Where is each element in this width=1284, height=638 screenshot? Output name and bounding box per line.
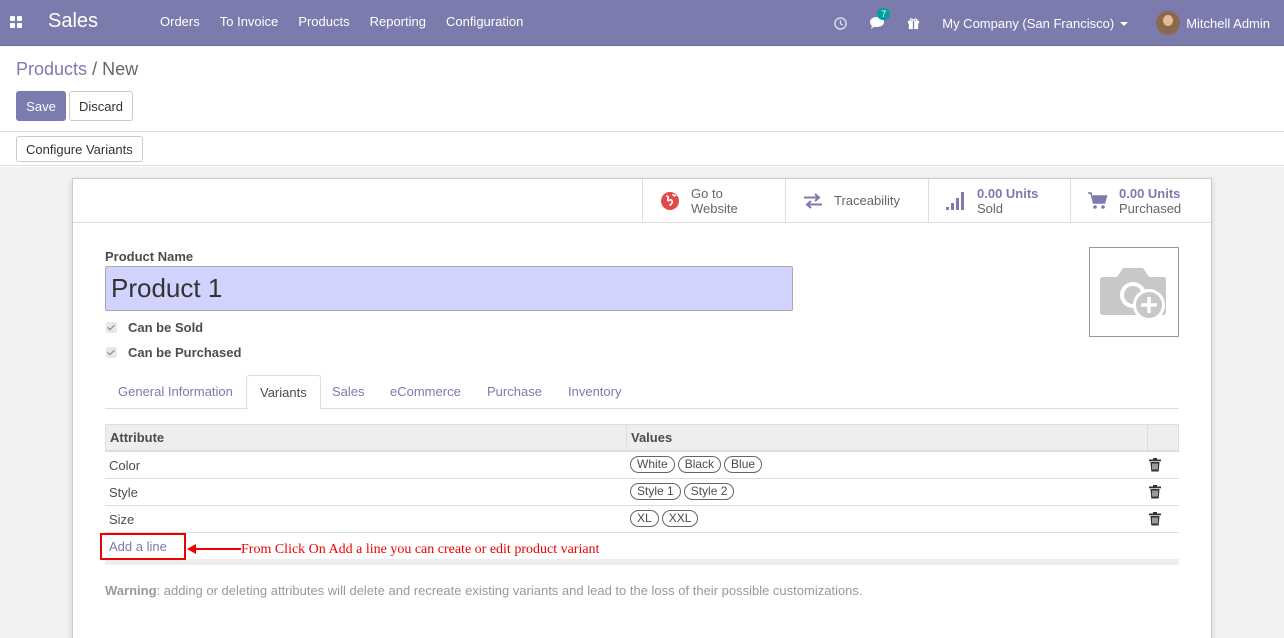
can-be-sold-field: Can be Sold <box>106 320 203 335</box>
header-divider <box>626 425 627 451</box>
messages-badge: 7 <box>877 8 891 20</box>
table-row[interactable]: Style Style 1 Style 2 <box>105 479 1179 506</box>
camera-plus-icon <box>1100 268 1166 321</box>
product-name-input[interactable]: Product 1 <box>105 266 793 311</box>
user-avatar <box>1156 11 1181 35</box>
highlight-box <box>100 533 186 560</box>
table-header: Attribute Values <box>105 424 1179 452</box>
value-tag: XXL <box>661 510 699 527</box>
tab-general-information[interactable]: General Information <box>105 375 246 409</box>
company-switcher[interactable]: My Company (San Francisco) <box>942 15 1129 31</box>
units-sold-value: 0.00 Units <box>977 185 1039 201</box>
units-purchased-value: 0.00 Units <box>1119 185 1181 201</box>
discard-button[interactable]: Discard <box>69 91 133 121</box>
value-tag: Style 2 <box>683 483 735 500</box>
apps-menu-icon[interactable] <box>10 16 22 28</box>
units-purchased-button[interactable]: 0.00 Units Purchased <box>1070 179 1211 222</box>
trash-icon[interactable] <box>1149 485 1161 499</box>
smart-button-box: Go to Website Traceability 0.00 Units Sold… <box>73 179 1211 223</box>
product-image-upload[interactable] <box>1089 247 1179 337</box>
main-menu: Orders To Invoice Products Reporting Con… <box>150 14 533 29</box>
user-menu[interactable]: Mitchell Admin <box>1156 11 1270 35</box>
top-navbar: Sales Orders To Invoice Products Reporti… <box>0 0 1284 46</box>
traceability-label: Traceability <box>834 193 900 208</box>
product-name-label: Product Name <box>105 249 194 264</box>
variants-warning: Warning: adding or deleting attributes w… <box>105 583 863 598</box>
breadcrumb: Products / New <box>16 59 138 80</box>
table-row[interactable]: Color White Black Blue <box>105 452 1179 479</box>
breadcrumb-products[interactable]: Products <box>16 59 87 79</box>
tab-inventory[interactable]: Inventory <box>555 375 634 409</box>
header-attribute[interactable]: Attribute <box>110 425 164 451</box>
value-tag: Style 1 <box>630 483 681 500</box>
attribute-cell: Style <box>109 485 138 500</box>
value-tag: Black <box>677 456 722 473</box>
shopping-cart-icon <box>1085 191 1111 211</box>
menu-to-invoice[interactable]: To Invoice <box>210 14 289 29</box>
trash-icon[interactable] <box>1149 458 1161 472</box>
tab-ecommerce[interactable]: eCommerce <box>377 375 474 409</box>
annotation-arrow-icon <box>187 544 241 554</box>
attribute-cell: Color <box>109 458 141 473</box>
exchange-arrows-icon <box>800 192 826 209</box>
value-tag: XL <box>630 510 659 527</box>
save-button[interactable]: Save <box>16 91 66 121</box>
units-sold-label: Sold <box>977 200 1004 216</box>
traceability-button[interactable]: Traceability <box>785 179 928 222</box>
warning-title: Warning <box>105 583 157 598</box>
company-name: My Company (San Francisco) <box>942 15 1115 31</box>
table-row[interactable]: Size XL XXL <box>105 506 1179 533</box>
activity-clock-icon[interactable] <box>834 16 848 30</box>
breadcrumb-current: New <box>102 59 139 79</box>
header-divider <box>1147 425 1148 451</box>
can-be-purchased-field: Can be Purchased <box>106 345 241 360</box>
menu-reporting[interactable]: Reporting <box>360 14 436 29</box>
messages-chat-icon[interactable]: 7 <box>869 8 891 30</box>
breadcrumb-separator: / <box>92 59 98 79</box>
user-name: Mitchell Admin <box>1186 15 1270 31</box>
configure-variants-button[interactable]: Configure Variants <box>16 136 143 162</box>
menu-configuration[interactable]: Configuration <box>436 14 533 29</box>
attribute-cell: Size <box>109 512 135 527</box>
values-cell: White Black Blue <box>630 456 765 473</box>
header-values[interactable]: Values <box>631 425 672 451</box>
form-sheet: Go to Website Traceability 0.00 Units Sold… <box>72 178 1212 638</box>
annotation-text: From Click On Add a line you can create … <box>241 542 600 557</box>
can-be-sold-label: Can be Sold <box>128 320 204 335</box>
warning-text: : adding or deleting attributes will del… <box>156 583 863 598</box>
value-tag: White <box>630 456 675 473</box>
signal-bars-icon <box>943 191 969 211</box>
app-name[interactable]: Sales <box>48 10 98 33</box>
tab-sales[interactable]: Sales <box>319 375 378 409</box>
units-sold-button[interactable]: 0.00 Units Sold <box>928 179 1070 222</box>
value-tag: Blue <box>724 456 763 473</box>
notebook-tabs: General Information Variants Sales eComm… <box>105 375 1179 410</box>
can-be-purchased-checkbox[interactable] <box>106 347 117 358</box>
globe-icon <box>657 191 683 211</box>
website-line2: Website <box>691 200 738 216</box>
tab-variants[interactable]: Variants <box>246 375 321 410</box>
chevron-down-icon <box>1120 22 1129 27</box>
can-be-purchased-label: Can be Purchased <box>128 345 242 360</box>
table-footer <box>105 559 1179 565</box>
values-cell: XL XXL <box>630 510 701 527</box>
menu-products[interactable]: Products <box>288 14 359 29</box>
can-be-sold-checkbox[interactable] <box>106 322 117 333</box>
menu-orders[interactable]: Orders <box>150 14 210 29</box>
tab-purchase[interactable]: Purchase <box>474 375 555 409</box>
go-to-website-button[interactable]: Go to Website <box>642 179 785 222</box>
trash-icon[interactable] <box>1149 512 1161 526</box>
units-purchased-label: Purchased <box>1119 200 1182 216</box>
gift-icon[interactable] <box>907 17 920 30</box>
navbar-systray: 7 My Company (San Francisco) Mitchell Ad… <box>834 0 1284 46</box>
website-line1: Go to <box>691 185 723 201</box>
values-cell: Style 1 Style 2 <box>630 483 737 500</box>
form-statusbar <box>0 132 1284 166</box>
